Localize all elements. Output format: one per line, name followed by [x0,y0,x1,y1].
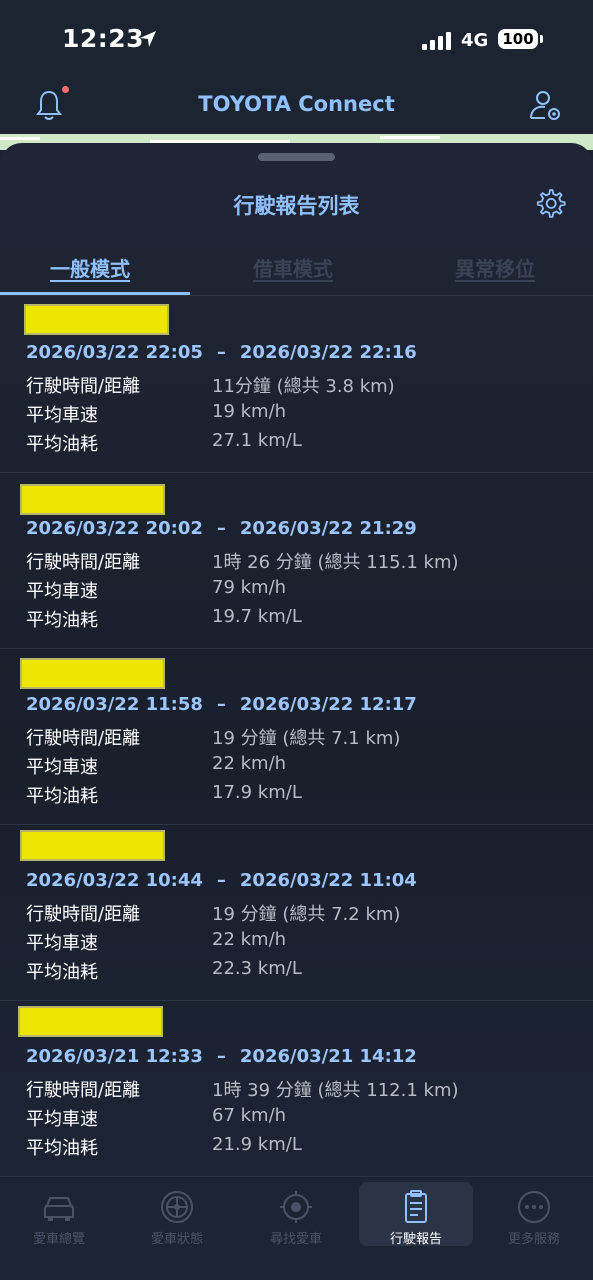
trip-start: 2026/03/21 12:33 [26,1046,203,1067]
redacted-highlight [20,658,165,689]
nav-trip-report[interactable]: 行駛報告 [359,1182,473,1247]
bottom-nav: 愛車總覽 愛車狀態 尋找愛車 行駛報告 更多服務 [0,1180,593,1280]
trip-time-range: 2026/03/21 12:33–2026/03/21 14:12 [26,1046,417,1067]
fuel-value: 27.1 km/L [212,430,302,451]
trip-end: 2026/03/22 22:16 [239,342,417,363]
active-tab-indicator [0,292,190,295]
nav-label: 愛車狀態 [150,1232,203,1247]
wheel-icon [161,1191,193,1223]
signal-icon [422,32,454,50]
fuel-label: 平均油耗 [26,962,98,983]
more-icon [518,1191,550,1223]
fuel-label: 平均油耗 [26,610,98,631]
redacted-highlight [20,830,165,861]
trip-time-range: 2026/03/22 11:58–2026/03/22 12:17 [26,694,417,715]
status-bar: 12:23 4G 100 [0,0,593,80]
location-arrow-icon [140,31,156,47]
fuel-value: 22.3 km/L [212,958,302,979]
trip-end: 2026/03/22 11:04 [239,870,417,891]
redacted-highlight [24,304,169,335]
speed-label: 平均車速 [26,1109,98,1130]
duration-value: 19 分鐘 (總共 7.1 km) [212,728,401,749]
speed-label: 平均車速 [26,405,98,426]
speed-value: 22 km/h [212,753,287,774]
trip-card[interactable]: 2026/03/22 22:05–2026/03/22 22:16 行駛時間/距… [0,296,593,473]
car-icon [44,1197,74,1221]
nav-label: 愛車總覽 [32,1232,85,1247]
range-dash: – [216,518,226,539]
fuel-value: 21.9 km/L [212,1134,302,1155]
nav-car-overview[interactable]: 愛車總覽 [0,1180,118,1250]
duration-label: 行駛時間/距離 [26,904,141,925]
tab-abnormal-movement[interactable]: 異常移位 [455,253,535,282]
duration-label: 行駛時間/距離 [26,1080,141,1101]
redacted-highlight [20,484,165,515]
trip-end: 2026/03/21 14:12 [239,1046,417,1067]
trip-start: 2026/03/22 10:44 [26,870,203,891]
app-title: TOYOTA Connect [198,92,395,116]
speed-value: 67 km/h [212,1105,287,1126]
redacted-highlight [18,1006,163,1037]
duration-value: 11分鐘 (總共 3.8 km) [212,376,395,397]
trip-start: 2026/03/22 22:05 [26,342,203,363]
trip-end: 2026/03/22 12:17 [239,694,417,715]
network-type: 4G [461,30,489,51]
gear-icon[interactable] [534,187,566,219]
mode-tabs: 一般模式 借車模式 異常移位 [0,243,593,296]
trip-card[interactable]: 2026/03/22 11:58–2026/03/22 12:17 行駛時間/距… [0,648,593,825]
tab-borrow-mode[interactable]: 借車模式 [253,253,333,282]
trip-start: 2026/03/22 20:02 [26,518,203,539]
trip-start: 2026/03/22 11:58 [26,694,203,715]
nav-label: 行駛報告 [389,1232,442,1247]
fuel-label: 平均油耗 [26,434,98,455]
trip-report-sheet: 行駛報告列表 一般模式 借車模式 異常移位 2026/03/22 22:05–2… [0,143,593,1180]
range-dash: – [216,342,226,363]
speed-label: 平均車速 [26,581,98,602]
status-time: 12:23 [62,24,145,53]
battery-tip [540,35,543,43]
battery-icon: 100 [498,29,538,49]
duration-value: 19 分鐘 (總共 7.2 km) [212,904,401,925]
range-dash: – [216,870,226,891]
speed-value: 19 km/h [212,401,287,422]
profile-settings-icon[interactable] [528,88,564,124]
nav-more-services[interactable]: 更多服務 [475,1180,593,1250]
trip-time-range: 2026/03/22 20:02–2026/03/22 21:29 [26,518,417,539]
duration-value: 1時 26 分鐘 (總共 115.1 km) [212,552,459,573]
speed-value: 79 km/h [212,577,287,598]
tab-normal-mode[interactable]: 一般模式 [50,253,130,282]
speed-label: 平均車速 [26,933,98,954]
trip-card[interactable]: 2026/03/22 20:02–2026/03/22 21:29 行駛時間/距… [0,472,593,649]
duration-label: 行駛時間/距離 [26,552,141,573]
trip-end: 2026/03/22 21:29 [239,518,417,539]
nav-label: 更多服務 [507,1232,560,1247]
range-dash: – [216,1046,226,1067]
range-dash: – [216,694,226,715]
report-icon [405,1190,427,1223]
speed-label: 平均車速 [26,757,98,778]
nav-find-car[interactable]: 尋找愛車 [237,1180,355,1250]
trip-time-range: 2026/03/22 10:44–2026/03/22 11:04 [26,870,417,891]
duration-value: 1時 39 分鐘 (總共 112.1 km) [212,1080,459,1101]
nav-car-status[interactable]: 愛車狀態 [118,1180,236,1250]
duration-label: 行駛時間/距離 [26,728,141,749]
speed-value: 22 km/h [212,929,287,950]
fuel-value: 17.9 km/L [212,782,302,803]
fuel-label: 平均油耗 [26,1138,98,1159]
sheet-title: 行駛報告列表 [233,194,360,218]
sheet-drag-handle[interactable] [258,153,335,161]
fuel-value: 19.7 km/L [212,606,302,627]
locate-icon [280,1191,312,1223]
trip-time-range: 2026/03/22 22:05–2026/03/22 22:16 [26,342,417,363]
trip-card[interactable]: 2026/03/21 12:33–2026/03/21 14:12 行駛時間/距… [0,1000,593,1177]
nav-label: 尋找愛車 [269,1232,322,1247]
duration-label: 行駛時間/距離 [26,376,141,397]
trip-card[interactable]: 2026/03/22 10:44–2026/03/22 11:04 行駛時間/距… [0,824,593,1001]
fuel-label: 平均油耗 [26,786,98,807]
